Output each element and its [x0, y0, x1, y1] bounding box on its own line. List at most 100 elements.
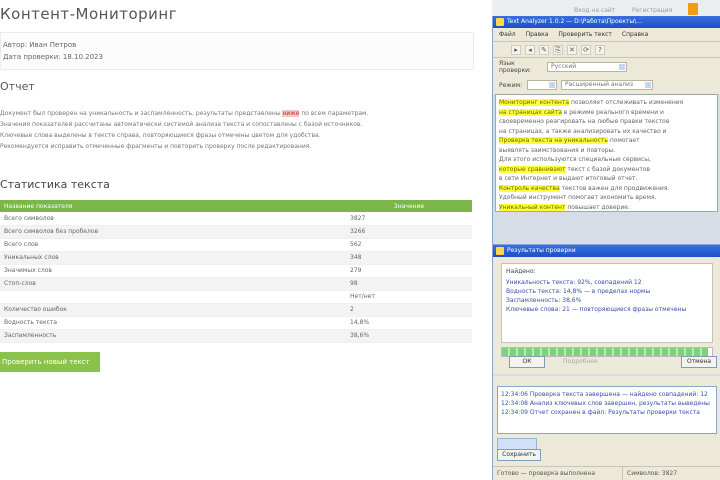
- log-line: 12:34:06 Проверка текста завершена — най…: [501, 391, 708, 398]
- text-fragment: Для этого используются специальные серви…: [499, 156, 651, 163]
- header-name: Название показателя: [0, 200, 346, 212]
- register-link[interactable]: Регистрация: [632, 7, 672, 14]
- bookmark-icon[interactable]: [688, 3, 698, 15]
- row-value: 3266: [346, 225, 472, 239]
- text-fragment: текст с базой документов: [565, 165, 651, 173]
- menu-item[interactable]: Правка: [526, 31, 549, 38]
- result-line: Уникальность текста: 92%, совпадений 12: [506, 279, 642, 286]
- description-text: Значения показателей рассчитаны автомати…: [0, 121, 363, 128]
- row-name: Водность текста: [0, 316, 346, 330]
- text-fragment: выявлять заимствования и повторы.: [499, 146, 616, 154]
- highlighted-word: ниже: [282, 110, 300, 117]
- text-editor[interactable]: Мониторинг контента позволяет отслеживат…: [495, 94, 718, 212]
- text-line: выявлять заимствования и повторы.: [499, 146, 714, 156]
- ok-button[interactable]: ОК: [509, 356, 545, 368]
- description-text: по всем параметрам.: [299, 110, 369, 117]
- edit-icon[interactable]: ✎: [539, 44, 549, 55]
- text-line: на страницах, а также анализировать их к…: [499, 127, 714, 137]
- description: Документ был проверен на уникальность и …: [0, 110, 472, 162]
- text-fragment: в сети Интернет и выдают итоговый отчет.: [499, 175, 638, 182]
- text-line: Проверка текста на уникальность помогает: [499, 136, 714, 146]
- results-window: Результаты проверки Найдено: Уникальност…: [493, 244, 720, 374]
- log-line: 12:34:08 Анализ ключевых слов завершен, …: [501, 400, 710, 407]
- row-value: Нет/нет: [346, 290, 472, 304]
- result-line: Водность текста: 14,8% — в пределах норм…: [506, 288, 651, 295]
- row-value: 38,6%: [346, 329, 472, 343]
- results-title: Результаты проверки: [507, 247, 576, 254]
- save-row: Сохранить: [493, 448, 720, 462]
- menu-item[interactable]: Файл: [499, 31, 516, 38]
- highlighted-phrase: Проверка текста на уникальность: [499, 137, 608, 144]
- meta-box: Автор: Иван Петров Дата проверки: 18.10.…: [0, 32, 474, 70]
- page-title: Контент-Мониторинг: [0, 5, 178, 23]
- highlighted-phrase: которые сравнивают: [499, 165, 566, 173]
- log-box: 12:34:06 Проверка текста завершена — най…: [497, 386, 717, 434]
- description-text: Ключевые слова выделены в тексте справа,…: [0, 132, 321, 139]
- language-row: Язык проверки: Русский: [493, 58, 720, 76]
- description-text: Документ был проверен на уникальность и …: [0, 110, 283, 117]
- menubar: Файл Правка Проверить текст Справка: [493, 28, 720, 42]
- row-name: Стоп-слов: [0, 277, 346, 291]
- table-row: Нет/нет: [0, 290, 472, 304]
- analyzer-title: Text Analyzer 1.0.2 — D:\Работа\Проекты\…: [507, 18, 642, 25]
- results-icon: [496, 247, 504, 255]
- section-heading: Отчет: [0, 80, 35, 93]
- text-fragment: Удобный инструмент помогает экономить вр…: [499, 194, 657, 201]
- save-button[interactable]: Сохранить: [497, 449, 541, 461]
- text-line: Для этого используются специальные серви…: [499, 155, 714, 165]
- text-line: в сети Интернет и выдают итоговый отчет.: [499, 174, 714, 184]
- text-fragment: своевременно реагировать на любые правки…: [499, 118, 670, 125]
- toolbar: ▸ ◂ ✎ ⎘ ✕ ⟳?: [493, 42, 720, 58]
- description-line: Рекомендуется исправить отмеченные фрагм…: [0, 143, 472, 151]
- table-row: Заспамленность 38,6%: [0, 329, 472, 343]
- language-select[interactable]: Русский: [547, 62, 627, 72]
- text-line: на страницах сайта в режиме реального вр…: [499, 108, 714, 118]
- text-fragment: в режиме реального времени и: [561, 108, 664, 116]
- cancel-button[interactable]: Отмена: [681, 356, 717, 368]
- log-line: 12:34:09 Отчет сохранен в файл: Результа…: [501, 409, 700, 416]
- row-name: Всего символов: [0, 212, 346, 226]
- results-titlebar[interactable]: Результаты проверки: [493, 245, 720, 257]
- login-link[interactable]: Вход на сайт: [574, 7, 615, 14]
- table-row: Уникальных слов 348: [0, 251, 472, 265]
- row-value: 279: [346, 264, 472, 278]
- row-value: 98: [346, 277, 472, 291]
- description-line: Значения показателей рассчитаны автомати…: [0, 121, 472, 129]
- stats-table: Название показателя Значение Всего симво…: [0, 200, 472, 343]
- table-row: Количество ошибок 2: [0, 303, 472, 317]
- highlighted-phrase: Уникальный контент: [499, 203, 566, 211]
- analyzer-window: Text Analyzer 1.0.2 — D:\Работа\Проекты\…: [492, 16, 720, 480]
- stats-table-header: Название показателя Значение: [0, 200, 472, 212]
- row-value: 14,8%: [346, 316, 472, 330]
- web-page: Контент-Мониторинг Автор: Иван Петров Да…: [0, 0, 492, 480]
- menu-item[interactable]: Проверить текст: [558, 31, 611, 38]
- app-icon: [496, 18, 504, 26]
- table-row: Значимых слов 279: [0, 264, 472, 278]
- refresh-icon[interactable]: ⟳: [581, 44, 591, 55]
- help-icon[interactable]: ?: [595, 44, 605, 55]
- description-text: Рекомендуется исправить отмеченные фрагм…: [0, 143, 312, 150]
- mode-stepper[interactable]: [527, 80, 557, 90]
- prev-icon[interactable]: ◂: [525, 44, 535, 55]
- text-fragment: текстов важен для продвижения.: [559, 184, 670, 192]
- analyzer-titlebar[interactable]: Text Analyzer 1.0.2 — D:\Работа\Проекты\…: [493, 16, 720, 28]
- row-name: Количество ошибок: [0, 303, 346, 317]
- results-box: Найдено: Уникальность текста: 92%, совпа…: [501, 263, 713, 343]
- copy-icon[interactable]: ⎘: [553, 44, 563, 55]
- result-line: Заспамленность: 38,6%: [506, 297, 582, 304]
- mode-select[interactable]: Расширенный анализ: [561, 80, 653, 90]
- check-new-text-button[interactable]: Проверить новый текст: [0, 352, 100, 372]
- menu-item[interactable]: Справка: [622, 31, 648, 38]
- status-count: Символов: 3827: [627, 470, 678, 477]
- chevron-down-icon: [619, 64, 625, 70]
- text-line: которые сравнивают текст с базой докумен…: [499, 165, 714, 175]
- next-icon[interactable]: ▸: [511, 44, 521, 55]
- highlighted-phrase: Контроль качества: [499, 184, 560, 192]
- mode-row: Режим: Расширенный анализ: [493, 76, 720, 94]
- row-name: Всего символов без пробелов: [0, 225, 346, 239]
- delete-icon[interactable]: ✕: [567, 44, 577, 55]
- text-line: Удобный инструмент помогает экономить вр…: [499, 193, 714, 203]
- text-fragment: на страницах, а также анализировать их к…: [499, 127, 667, 135]
- description-line: Документ был проверен на уникальность и …: [0, 110, 472, 118]
- text-line: Уникальный контент повышает доверие.: [499, 203, 714, 212]
